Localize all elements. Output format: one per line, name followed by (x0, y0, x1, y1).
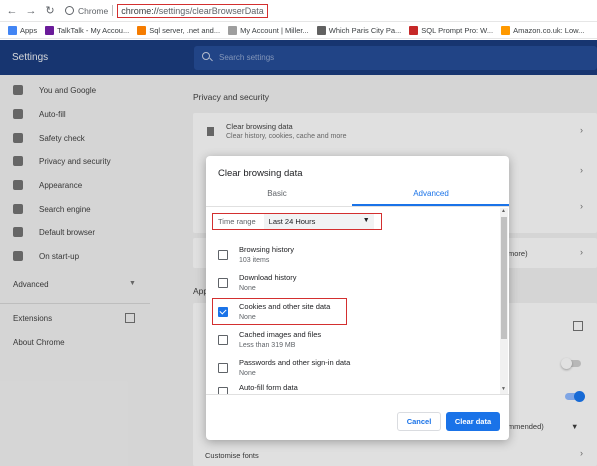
option-sub: None (239, 285, 256, 292)
dialog-footer-divider (206, 394, 509, 395)
blogger-icon (137, 25, 147, 35)
option-download-history[interactable]: Download history None (218, 270, 488, 298)
option-title: Auto-fill form data (239, 383, 298, 392)
url-field[interactable]: chrome://settings/clearBrowserData (117, 3, 268, 18)
page-icon (228, 25, 238, 35)
checkbox[interactable] (218, 387, 228, 394)
checkbox[interactable] (218, 363, 228, 373)
bookmark-apps[interactable]: Apps (8, 25, 38, 35)
tab-basic[interactable]: Basic (222, 189, 332, 206)
apps-grid-icon (8, 25, 17, 35)
clear-browsing-data-dialog: Clear browsing data Basic Advanced Time … (206, 156, 509, 440)
forward-icon[interactable]: → (24, 4, 38, 18)
option-sub: Less than 319 MB (239, 342, 296, 349)
tab-divider (206, 206, 509, 207)
dropdown-arrow-icon: ▼ (362, 217, 370, 224)
bookmark-label: SQL Prompt Pro: W... (421, 25, 494, 35)
bookmarks-bar: Apps TalkTalk - My Accou... Sql server, … (0, 22, 597, 39)
url-scheme: chrome:// (121, 5, 159, 16)
bookmark-sqlprompt[interactable]: SQL Prompt Pro: W... (409, 25, 494, 35)
bookmark-label: Sql server, .net and... (149, 25, 221, 35)
time-range-highlight: Time range Last 24 Hours ▼ (212, 213, 382, 230)
site-label: Chrome (78, 5, 109, 16)
redgate-icon (409, 25, 419, 35)
talktalk-icon (45, 25, 55, 35)
dialog-title: Clear browsing data (218, 168, 303, 179)
time-range-label: Time range (218, 217, 256, 226)
cancel-button[interactable]: Cancel (397, 412, 441, 431)
amazon-icon (501, 25, 511, 35)
option-cached-images[interactable]: Cached images and files Less than 319 MB (218, 327, 488, 355)
address-bar-strip: ← → ↻ Chrome chrome://settings/clearBrow… (0, 0, 597, 22)
bookmark-amazon[interactable]: Amazon.co.uk: Low... (501, 25, 585, 35)
option-browsing-history[interactable]: Browsing history 103 items (218, 242, 488, 270)
option-autofill[interactable]: Auto-fill form data (218, 383, 488, 394)
cursor-icon (316, 25, 326, 35)
scroll-down-icon[interactable]: ▼ (501, 386, 506, 392)
option-title: Download history (239, 273, 297, 282)
option-sub: 103 items (239, 257, 270, 264)
option-passwords[interactable]: Passwords and other sign-in data None (218, 355, 488, 383)
back-icon[interactable]: ← (5, 4, 19, 18)
bookmark-label: Which Paris City Pa... (328, 25, 402, 35)
bookmark-talktalk[interactable]: TalkTalk - My Accou... (45, 25, 130, 35)
scroll-up-icon[interactable]: ▲ (501, 208, 506, 214)
url-path: settings/clearBrowserData (158, 5, 264, 16)
site-info[interactable]: Chrome (65, 6, 108, 16)
time-range-select[interactable]: Last 24 Hours ▼ (263, 214, 374, 229)
bookmark-paris[interactable]: Which Paris City Pa... (316, 25, 402, 35)
bookmark-label: My Account | Miller... (240, 25, 309, 35)
url-separator (112, 5, 114, 16)
checkbox[interactable] (218, 278, 228, 288)
bookmark-label: TalkTalk - My Accou... (57, 25, 130, 35)
option-title: Browsing history (239, 245, 295, 254)
time-range-value: Last 24 Hours (268, 217, 316, 226)
clear-data-button[interactable]: Clear data (446, 412, 500, 431)
bookmark-label: Amazon.co.uk: Low... (513, 25, 585, 35)
option-title: Cached images and files (239, 330, 322, 339)
bookmark-myaccount[interactable]: My Account | Miller... (228, 25, 309, 35)
scrollbar-thumb[interactable] (501, 217, 507, 339)
chrome-site-icon (65, 6, 74, 15)
checkbox[interactable] (218, 335, 228, 345)
option-sub: None (239, 370, 256, 377)
reload-icon[interactable]: ↻ (43, 4, 57, 18)
checkbox[interactable] (218, 250, 228, 260)
bookmark-label: Apps (20, 25, 38, 35)
bookmark-sqlserver[interactable]: Sql server, .net and... (137, 25, 221, 35)
option-title: Passwords and other sign-in data (239, 358, 351, 367)
cookies-highlight (212, 298, 347, 325)
